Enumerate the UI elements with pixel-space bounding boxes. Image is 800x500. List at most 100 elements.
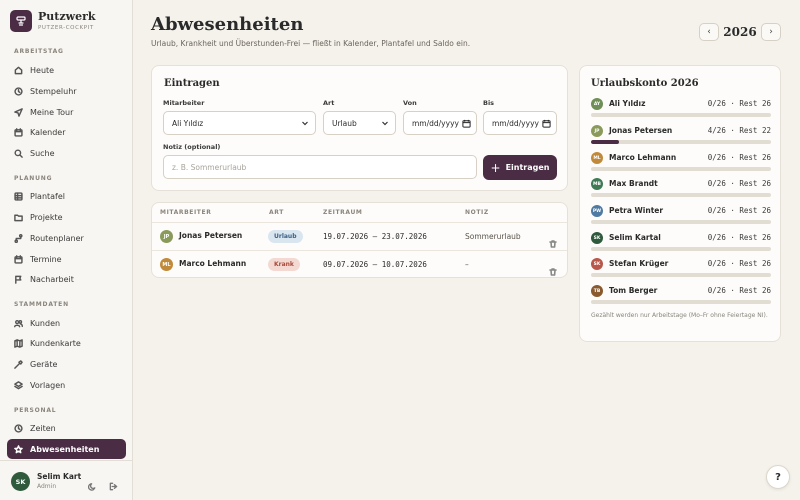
to-date-value: mm/dd/yyyy xyxy=(492,118,539,128)
nav-item-termine[interactable]: Termine xyxy=(7,249,126,269)
nav-item-label: Termine xyxy=(30,254,62,264)
year-navigation: ‹ 2026 › xyxy=(699,23,781,41)
year-display: 2026 xyxy=(723,25,757,39)
avatar: ML xyxy=(591,152,603,164)
nav-section-personal: PERSONAL xyxy=(14,407,57,414)
clock-icon xyxy=(14,86,23,96)
vacation-stat: 0/26 · Rest 26 xyxy=(707,259,771,268)
users-icon xyxy=(14,319,23,327)
period-text: 19.07.2026 – 23.07.2026 xyxy=(323,232,427,241)
nav-item-heute[interactable]: Heute xyxy=(7,60,126,80)
progress-bar xyxy=(591,300,771,304)
submit-button[interactable]: + Eintragen xyxy=(483,155,557,180)
plus-icon: + xyxy=(490,160,501,175)
progress-bar xyxy=(591,140,771,144)
note-text: – xyxy=(465,260,469,269)
progress-bar xyxy=(591,193,771,197)
to-date-input[interactable]: mm/dd/yyyy xyxy=(483,111,557,135)
calendar-icon xyxy=(14,127,23,137)
nav-item-kunden[interactable]: Kunden xyxy=(7,313,126,333)
employee-select[interactable]: Ali Yıldız xyxy=(163,111,316,135)
from-label: Von xyxy=(403,99,417,107)
layers-icon xyxy=(14,380,23,389)
status-badge: Urlaub xyxy=(268,230,303,243)
employee-select-value: Ali Yıldız xyxy=(172,118,204,128)
logout-icon[interactable] xyxy=(109,476,118,491)
home-icon xyxy=(14,66,23,74)
nav-item-label: Stempeluhr xyxy=(30,86,77,96)
grid-icon xyxy=(14,191,23,201)
progress-fill xyxy=(591,140,619,144)
help-button[interactable]: ? xyxy=(766,465,790,489)
vacation-stat: 0/26 · Rest 26 xyxy=(707,206,771,215)
next-year-button[interactable]: › xyxy=(761,23,781,41)
avatar: JP xyxy=(160,230,173,243)
column-header-period: ZEITRAUM xyxy=(323,209,363,216)
note-label: Notiz (optional) xyxy=(163,143,221,151)
from-date-input[interactable]: mm/dd/yyyy xyxy=(403,111,477,135)
page-subtitle: Urlaub, Krankheit und Überstunden-Frei —… xyxy=(151,39,471,48)
calendar-icon xyxy=(542,119,551,128)
nav-item-nacharbeit[interactable]: Nacharbeit xyxy=(7,269,126,289)
sidebar: Putzwerk PUTZER-COCKPIT ARBEITSTAG Heute… xyxy=(0,0,133,500)
nav-item-label: Nacharbeit xyxy=(30,274,74,284)
nav-item-suche[interactable]: Suche xyxy=(7,143,126,163)
vacation-note: Gezählt werden nur Arbeitstage (Mo–Fr oh… xyxy=(591,312,768,319)
nav-item-zeiten[interactable]: Zeiten xyxy=(7,418,126,438)
employee-name: Selim Kartal xyxy=(609,233,661,242)
page-title: Abwesenheiten xyxy=(151,14,304,35)
calendar-icon xyxy=(14,254,23,264)
vacation-stat: 0/26 · Rest 26 xyxy=(707,99,771,108)
calendar-icon xyxy=(462,119,471,128)
period-text: 09.07.2026 – 10.07.2026 xyxy=(323,260,427,269)
nav-item-projekte[interactable]: Projekte xyxy=(7,207,126,227)
nav-item-stempeluhr[interactable]: Stempeluhr xyxy=(7,81,126,101)
trash-icon[interactable] xyxy=(549,261,557,276)
avatar: ML xyxy=(160,258,173,271)
nav-item-meine-tour[interactable]: Meine Tour xyxy=(7,102,126,122)
nav-item-geraete[interactable]: Geräte xyxy=(7,354,126,374)
nav-item-kundenkarte[interactable]: Kundenkarte xyxy=(7,333,126,353)
brand[interactable]: Putzwerk PUTZER-COCKPIT xyxy=(10,10,95,32)
chevron-down-icon xyxy=(382,121,388,126)
nav-item-plantafel[interactable]: Plantafel xyxy=(7,186,126,206)
employee-name: Jonas Petersen xyxy=(179,231,243,240)
nav-item-label: Zeiten xyxy=(30,423,56,433)
prev-year-button[interactable]: ‹ xyxy=(699,23,719,41)
employee-name: Marco Lehmann xyxy=(609,153,677,162)
nav-section-planung: PLANUNG xyxy=(14,175,53,182)
employee-name: Tom Berger xyxy=(609,286,658,295)
nav-item-abwesenheiten[interactable]: Abwesenheiten xyxy=(7,439,126,459)
from-date-value: mm/dd/yyyy xyxy=(412,118,459,128)
flag-icon xyxy=(15,275,22,284)
avatar[interactable]: SK xyxy=(11,472,30,491)
type-select-value: Urlaub xyxy=(332,118,357,128)
progress-bar xyxy=(591,273,771,277)
nav-item-kalender[interactable]: Kalender xyxy=(7,122,126,142)
tool-icon xyxy=(14,359,23,369)
nav-item-label: Projekte xyxy=(30,212,63,222)
send-icon xyxy=(14,107,23,117)
user-name: Selim Kartal xyxy=(37,472,81,481)
progress-bar xyxy=(591,113,771,117)
nav-item-label: Kundenkarte xyxy=(30,338,81,348)
nav-item-label: Meine Tour xyxy=(30,107,74,117)
nav-item-label: Heute xyxy=(30,65,55,75)
moon-icon[interactable] xyxy=(87,476,97,491)
divider xyxy=(152,222,567,223)
divider xyxy=(152,250,567,251)
employee-name: Ali Yıldız xyxy=(609,99,646,108)
avatar: PW xyxy=(591,205,603,217)
type-select[interactable]: Urlaub xyxy=(323,111,396,135)
route-icon xyxy=(14,233,23,243)
avatar: TB xyxy=(591,285,603,297)
brand-subtitle: PUTZER-COCKPIT xyxy=(38,24,94,31)
submit-label: Eintragen xyxy=(505,163,550,172)
note-input[interactable]: z. B. Sommerurlaub xyxy=(163,155,477,179)
clock-icon xyxy=(14,423,23,433)
trash-icon[interactable] xyxy=(549,233,557,248)
nav-item-label: Kalender xyxy=(30,127,66,137)
brand-name: Putzwerk xyxy=(38,9,96,23)
nav-item-vorlagen[interactable]: Vorlagen xyxy=(7,375,126,395)
nav-item-routenplaner[interactable]: Routenplaner xyxy=(7,228,126,248)
